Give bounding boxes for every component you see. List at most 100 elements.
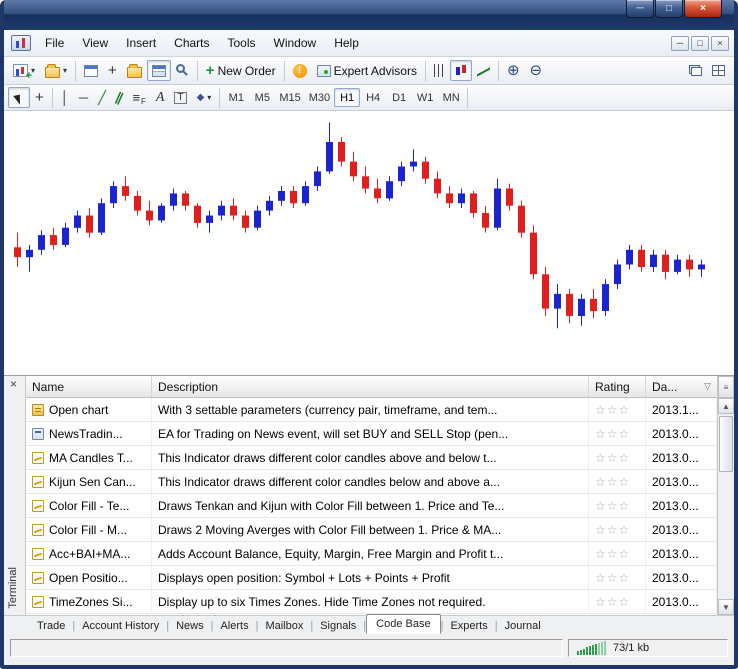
timeframe-m15[interactable]: M15 (275, 88, 304, 107)
candle-body (182, 193, 189, 206)
tab-journal[interactable]: Journal (498, 618, 548, 634)
rating-stars-icon: ☆☆☆ (595, 402, 631, 417)
titlebar[interactable]: ─ □ × (4, 0, 734, 30)
chart-canvas (14, 122, 705, 329)
text-tool-button[interactable]: A (151, 87, 170, 108)
data-window-button[interactable]: + (103, 60, 122, 81)
terminal-close-button[interactable]: × (10, 377, 17, 391)
tab-trade[interactable]: Trade (30, 618, 72, 634)
chart-restore-button[interactable]: □ (691, 35, 709, 51)
timeframe-h4[interactable]: H4 (360, 88, 386, 107)
menu-help[interactable]: Help (325, 32, 368, 54)
codebase-row[interactable]: Open Positio... Displays open position: S… (26, 566, 717, 590)
fibonacci-tool-button[interactable]: ≡ F (127, 87, 150, 108)
menu-tools[interactable]: Tools (219, 32, 265, 54)
menu-window[interactable]: Window (265, 32, 326, 54)
horizontal-line-tool-button[interactable]: ─ (74, 87, 93, 108)
codebase-description: This Indicator draws different color can… (152, 470, 589, 493)
vertical-line-tool-button[interactable]: │ (56, 87, 74, 108)
crosshair-tool-button[interactable]: + (30, 87, 49, 108)
timeframe-w1[interactable]: W1 (412, 88, 438, 107)
horizontal-line-icon: ─ (78, 90, 89, 105)
codebase-row[interactable]: Acc+BAI+MA... Adds Account Balance, Equit… (26, 542, 717, 566)
candle-body (446, 193, 453, 204)
tab-code-base[interactable]: Code Base (366, 613, 441, 634)
timeframe-mn[interactable]: MN (438, 88, 464, 107)
candlestick-chart-button[interactable] (449, 60, 472, 81)
column-header-description[interactable]: Description (152, 376, 589, 397)
arrows-tool-button[interactable]: ◆ ▾ (192, 87, 217, 108)
codebase-row[interactable]: Kijun Sen Can... This Indicator draws dif… (26, 470, 717, 494)
candle-body (386, 181, 393, 199)
text-label-tool-button[interactable]: T (169, 87, 191, 108)
window-maximize-button[interactable]: □ (655, 0, 683, 18)
column-header-date[interactable]: Da... ▽ (646, 376, 717, 397)
menu-file[interactable]: File (36, 32, 73, 54)
menu-view[interactable]: View (73, 32, 117, 54)
candle-body (518, 205, 525, 233)
codebase-date: 2013.0... (646, 470, 717, 493)
trendline-tool-button[interactable]: ╱ (93, 87, 111, 108)
tab-alerts[interactable]: Alerts (213, 618, 255, 634)
candle-body (218, 205, 225, 216)
codebase-row[interactable]: NewsTradin... EA for Trading on News even… (26, 422, 717, 446)
timeframe-m5[interactable]: M5 (249, 88, 275, 107)
candle-body (590, 298, 597, 312)
vertical-line-icon: │ (60, 90, 69, 105)
tab-account-history[interactable]: Account History (75, 618, 166, 634)
bar-chart-icon (433, 64, 445, 77)
terminal-panel-button[interactable] (146, 60, 171, 81)
auto-scroll-button[interactable] (684, 60, 707, 81)
new-chart-button[interactable]: ▾ (8, 60, 40, 82)
codebase-row[interactable]: Open chart With 3 settable parameters (cu… (26, 398, 717, 422)
column-header-name[interactable]: Name (26, 376, 152, 397)
scroll-up-button[interactable]: ▲ (718, 398, 734, 414)
candle-body (566, 293, 573, 316)
profiles-button[interactable]: ▾ (40, 60, 72, 81)
scroll-down-button[interactable]: ▼ (718, 599, 734, 615)
timeframe-h1[interactable]: H1 (334, 88, 361, 107)
tab-news[interactable]: News (169, 618, 211, 634)
column-header-rating[interactable]: Rating (589, 376, 646, 397)
chart-shift-button[interactable] (707, 60, 730, 81)
scrollbar-track[interactable] (718, 414, 734, 599)
line-chart-button[interactable] (472, 60, 495, 81)
equidistant-channel-tool-button[interactable]: ∥ (111, 87, 128, 108)
candle-body (482, 213, 489, 228)
scrollbar-thumb[interactable] (719, 416, 733, 472)
candlestick-chart[interactable] (4, 111, 734, 375)
plus-icon: + (205, 62, 215, 79)
tab-mailbox[interactable]: Mailbox (258, 618, 310, 634)
metaeditor-button[interactable]: ! (288, 60, 312, 81)
codebase-description: Draws Tenkan and Kijun with Color Fill b… (152, 494, 589, 517)
market-watch-button[interactable] (79, 60, 103, 81)
menu-charts[interactable]: Charts (165, 32, 218, 54)
codebase-row[interactable]: Color Fill - M... Draws 2 Moving Averges … (26, 518, 717, 542)
strategy-tester-button[interactable] (171, 60, 194, 81)
window-minimize-button[interactable]: ─ (626, 0, 654, 18)
indicator-file-icon (32, 571, 44, 584)
window-close-button[interactable]: × (684, 0, 722, 18)
codebase-row[interactable]: MA Candles T... This Indicator draws diff… (26, 446, 717, 470)
chart-minimize-button[interactable]: ─ (671, 35, 689, 51)
codebase-row[interactable]: Color Fill - Te... Draws Tenkan and Kijun… (26, 494, 717, 518)
new-order-button[interactable]: + New Order (201, 60, 281, 81)
candle-body (158, 205, 165, 221)
tab-experts[interactable]: Experts (443, 618, 494, 634)
scrollbar-menu-button[interactable]: ≡ (718, 376, 734, 398)
menu-insert[interactable]: Insert (117, 32, 165, 54)
chart-close-button[interactable]: × (711, 35, 729, 51)
expert-advisors-button[interactable]: Expert Advisors (312, 60, 422, 81)
cursor-tool-button[interactable] (8, 87, 30, 108)
timeframe-m30[interactable]: M30 (305, 88, 334, 107)
timeframe-d1[interactable]: D1 (386, 88, 412, 107)
navigator-folder-icon (126, 63, 142, 78)
navigator-button[interactable] (122, 60, 147, 81)
terminal-scrollbar[interactable]: ≡ ▲ ▼ (717, 376, 734, 615)
bar-chart-button[interactable] (429, 60, 450, 81)
timeframe-m1[interactable]: M1 (223, 88, 249, 107)
zoom-out-button[interactable]: ⊖ (525, 60, 548, 81)
tab-signals[interactable]: Signals (313, 618, 363, 634)
zoom-in-button[interactable]: ⊕ (502, 60, 525, 81)
codebase-row[interactable]: TimeZones Si... Display up to six Times Z… (26, 590, 717, 614)
